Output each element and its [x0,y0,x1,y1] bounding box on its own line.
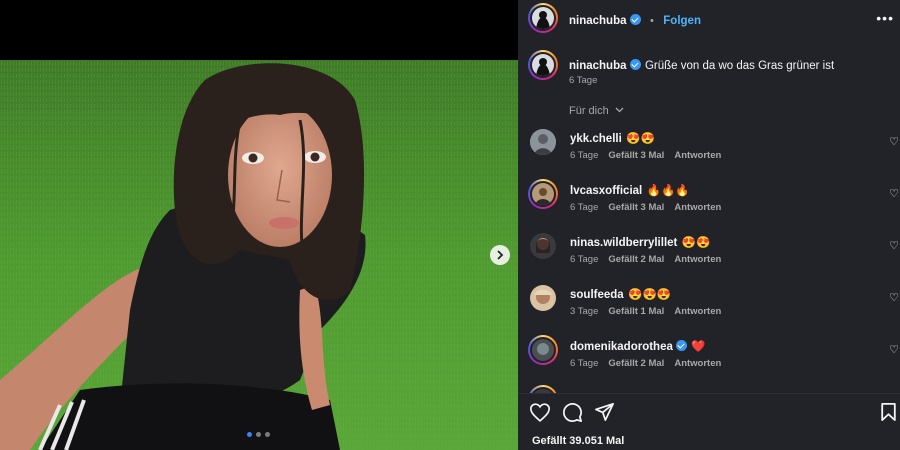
caption-username[interactable]: ninachuba [569,60,627,72]
comment-like-count[interactable]: Gefällt 2 Mal [608,254,664,265]
comment-age: 6 Tage [570,150,599,161]
caption-age: 6 Tage [569,75,598,86]
comment-sort-label: Für dich [569,105,609,117]
comment-like-count[interactable]: Gefällt 1 Mal [608,306,664,317]
comment-text: ❤️ [691,341,706,353]
comment-text: 😍😍😍 [628,289,672,301]
separator-dot: • [649,15,654,27]
slide-dot-active [247,432,252,437]
avatar-image [532,183,554,205]
more-options-icon[interactable]: ••• [876,10,894,26]
comment-like-count[interactable]: Gefällt 3 Mal [608,150,664,161]
next-slide-button[interactable] [490,245,510,265]
comment-item: domenikadorothea ❤️ 6 Tage Gefällt 2 Mal A… [518,333,900,383]
post-media [0,0,518,450]
heart-icon[interactable] [530,403,550,422]
comment-sort-dropdown[interactable]: Für dich [569,105,624,117]
author-username[interactable]: ninachuba [569,15,627,27]
author-avatar[interactable] [528,3,558,33]
verified-badge-icon [629,14,641,25]
post-photo [0,60,518,450]
comment-age: 6 Tage [570,358,599,369]
post-header: ninachuba • Folgen ••• [518,0,900,36]
comment-username[interactable]: soulfeeda [570,289,624,301]
comment-text: 🔥🔥🔥 [646,185,690,197]
bookmark-icon[interactable] [881,403,896,421]
avatar-image [530,285,556,311]
heart-icon[interactable]: ♡ [889,239,899,252]
comment-item: soulfeeda 😍😍😍 3 Tage Gefällt 1 Mal Antwort… [518,281,900,331]
heart-icon[interactable]: ♡ [889,343,899,356]
comment-reply-button[interactable]: Antworten [674,358,721,369]
comment-reply-button[interactable]: Antworten [674,306,721,317]
comment-item: ykk.chelli 😍😍 6 Tage Gefällt 3 Mal Antwort… [518,125,900,175]
comments-list[interactable]: ykk.chelli 😍😍 6 Tage Gefällt 3 Mal Antwort… [518,125,900,393]
comment-item: ninas.wildberrylillet 😍😍 6 Tage Gefällt 2… [518,229,900,279]
chevron-right-icon [497,250,504,260]
comment-like-count[interactable]: Gefällt 3 Mal [608,202,664,213]
heart-icon[interactable]: ♡ [889,187,899,200]
commenter-avatar[interactable] [528,385,558,393]
caption-author-avatar[interactable] [528,50,558,80]
commenter-avatar[interactable] [528,335,558,365]
comment-icon[interactable] [563,403,582,422]
chevron-down-icon [615,107,624,113]
post-actions-bar: Gefällt 39.051 Mal [518,393,900,450]
slide-indicator [247,432,270,437]
commenter-avatar[interactable] [528,179,558,209]
send-icon[interactable] [595,403,614,421]
comment-username[interactable]: ninas.wildberrylillet [570,237,677,249]
avatar-image [530,233,556,259]
comment-reply-button[interactable]: Antworten [674,254,721,265]
like-count[interactable]: Gefällt 39.051 Mal [532,435,624,447]
heart-icon[interactable]: ♡ [889,291,899,304]
comment-username[interactable]: lvcasxofficial [570,185,642,197]
caption-text: Grüße von da wo das Gras grüner ist [644,60,835,72]
commenter-avatar[interactable] [530,129,556,155]
slide-dot [256,432,261,437]
commenter-avatar[interactable] [530,285,556,311]
comment-reply-button[interactable]: Antworten [674,150,721,161]
comment-username[interactable]: domenikadorothea [570,341,673,353]
selfie-on-grass-image [0,60,518,450]
heart-icon[interactable]: ♡ [889,135,899,148]
avatar-image [532,7,554,29]
comment-text: 😍😍 [681,237,711,249]
comment-text: 😍😍 [626,133,655,145]
commenter-avatar[interactable] [530,233,556,259]
comment-reply-button[interactable]: Antworten [674,202,721,213]
verified-badge-icon [629,59,641,70]
comment-age: 3 Tage [570,306,599,317]
slide-dot [265,432,270,437]
follow-button[interactable]: Folgen [663,15,701,27]
comment-like-count[interactable]: Gefällt 2 Mal [608,358,664,369]
verified-badge-icon [675,340,687,351]
comment-age: 6 Tage [570,254,599,265]
comment-age: 6 Tage [570,202,599,213]
post-side-panel: ninachuba • Folgen ••• ninachuba Grüße v… [518,0,900,450]
avatar-image [530,129,556,155]
avatar-image [532,339,554,361]
avatar-image [532,54,554,76]
comment-item: lvcasxofficial 🔥🔥🔥 6 Tage Gefällt 3 Mal An… [518,177,900,227]
comment-username[interactable]: ykk.chelli [570,133,622,145]
